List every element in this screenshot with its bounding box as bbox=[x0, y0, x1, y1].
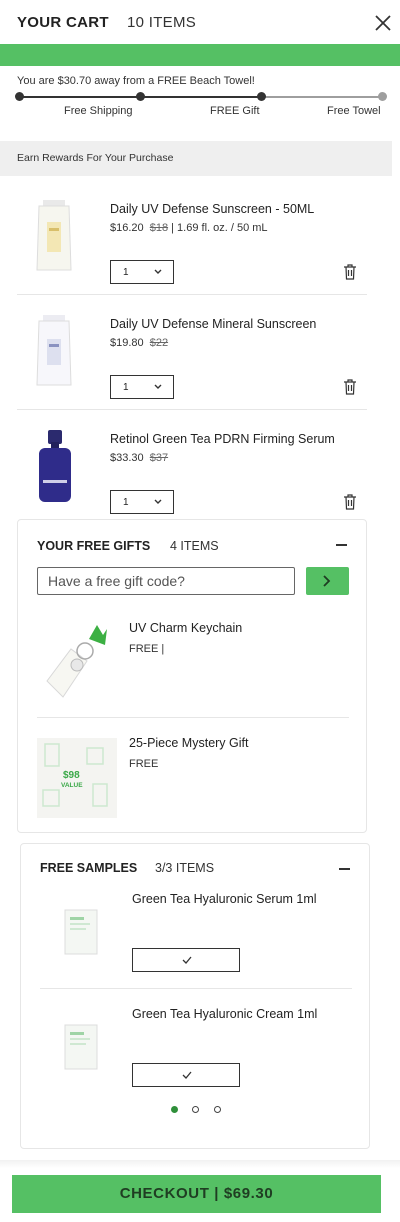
check-icon bbox=[182, 956, 192, 964]
free-samples-title: FREE SAMPLES bbox=[40, 861, 138, 875]
milestone-free-towel: Free Towel bbox=[327, 105, 381, 117]
sample-sachet-image bbox=[64, 1024, 98, 1070]
chevron-down-icon bbox=[154, 384, 162, 389]
milestone-free-gift: FREE Gift bbox=[210, 105, 260, 117]
promo-banner bbox=[0, 44, 400, 66]
serum-bottle-image bbox=[39, 430, 71, 502]
cart-item: Daily UV Defense Mineral Sunscreen $19.8… bbox=[17, 295, 367, 410]
collapse-icon[interactable] bbox=[339, 868, 350, 870]
rewards-banner[interactable]: Earn Rewards For Your Purchase bbox=[0, 141, 392, 176]
item-name[interactable]: Retinol Green Tea PDRN Firming Serum bbox=[110, 432, 335, 446]
sample-select-button[interactable] bbox=[132, 1063, 240, 1087]
item-sale-price: $19.80 bbox=[110, 337, 144, 349]
item-sale-price: $16.20 bbox=[110, 222, 144, 234]
item-name[interactable]: Daily UV Defense Mineral Sunscreen bbox=[110, 317, 316, 331]
progress-dot-gift bbox=[257, 92, 266, 101]
sample-name: Green Tea Hyaluronic Serum 1ml bbox=[132, 892, 317, 906]
progress-track bbox=[19, 96, 382, 98]
gift-item: UV Charm Keychain FREE | bbox=[37, 603, 349, 718]
trash-icon[interactable] bbox=[343, 379, 357, 395]
sample-item: Green Tea Hyaluronic Cream 1ml bbox=[40, 989, 352, 1104]
item-sale-price: $33.30 bbox=[110, 452, 144, 464]
quantity-select[interactable]: 1 bbox=[110, 375, 174, 399]
gift-code-submit-button[interactable] bbox=[306, 567, 349, 595]
cart-title: YOUR CART bbox=[17, 14, 109, 31]
free-gifts-title: YOUR FREE GIFTS bbox=[37, 539, 151, 553]
collapse-icon[interactable] bbox=[336, 544, 347, 546]
trash-icon[interactable] bbox=[343, 264, 357, 280]
item-size: | 1.69 fl. oz. / 50 mL bbox=[171, 222, 268, 234]
item-original-price: $22 bbox=[149, 337, 169, 349]
carousel-dot-3[interactable] bbox=[214, 1106, 221, 1113]
close-icon[interactable] bbox=[372, 12, 394, 34]
chevron-down-icon bbox=[154, 269, 162, 274]
free-gifts-count: 4 ITEMS bbox=[170, 539, 219, 553]
gift-code-input[interactable] bbox=[37, 567, 295, 595]
progress-message: You are $30.70 away from a FREE Beach To… bbox=[17, 75, 255, 87]
gift-price: FREE | bbox=[129, 643, 165, 655]
quantity-value: 1 bbox=[123, 267, 129, 278]
cart-item: Daily UV Defense Sunscreen - 50ML $16.20… bbox=[17, 180, 367, 295]
progress-dot-towel bbox=[378, 92, 387, 101]
rewards-label: Earn Rewards For Your Purchase bbox=[17, 152, 174, 164]
sample-item: Green Tea Hyaluronic Serum 1ml bbox=[40, 874, 352, 989]
carousel-dot-1[interactable] bbox=[171, 1106, 178, 1113]
quantity-value: 1 bbox=[123, 497, 129, 508]
item-name[interactable]: Daily UV Defense Sunscreen - 50ML bbox=[110, 202, 314, 216]
free-samples-panel: FREE SAMPLES 3/3 ITEMS Green Tea Hyaluro… bbox=[20, 843, 370, 1149]
keychain-image bbox=[46, 625, 107, 698]
quantity-select[interactable]: 1 bbox=[110, 260, 174, 284]
item-original-price: $18 bbox=[149, 222, 169, 234]
carousel-dot-2[interactable] bbox=[192, 1106, 199, 1113]
free-gifts-panel: YOUR FREE GIFTS 4 ITEMS UV Charm Keychai… bbox=[17, 519, 367, 833]
sample-select-button[interactable] bbox=[132, 948, 240, 972]
mineral-sunscreen-image bbox=[36, 315, 72, 386]
gift-name: UV Charm Keychain bbox=[129, 621, 243, 635]
chevron-down-icon bbox=[154, 499, 162, 504]
quantity-value: 1 bbox=[123, 382, 129, 393]
cart-item: Retinol Green Tea PDRN Firming Serum $33… bbox=[17, 410, 367, 525]
chevron-right-icon bbox=[323, 575, 331, 587]
gift-name: 25-Piece Mystery Gift bbox=[129, 736, 249, 750]
checkout-button[interactable]: CHECKOUT | $69.30 bbox=[12, 1175, 381, 1213]
check-icon bbox=[182, 1071, 192, 1079]
item-price: $16.20 $18 | 1.69 fl. oz. / 50 mL bbox=[110, 222, 268, 234]
cart-header: YOUR CART 10 ITEMS bbox=[0, 0, 400, 44]
item-price: $33.30 $37 bbox=[110, 452, 168, 464]
cart-item-count: 10 ITEMS bbox=[127, 14, 197, 31]
item-original-price: $37 bbox=[149, 452, 169, 464]
gift-item: $98 VALUE 25-Piece Mystery Gift FREE bbox=[37, 718, 349, 833]
gift-price: FREE bbox=[129, 758, 159, 770]
sunscreen-tube-image bbox=[36, 200, 72, 271]
sample-name: Green Tea Hyaluronic Cream 1ml bbox=[132, 1007, 318, 1021]
mystery-gift-image: $98 VALUE bbox=[37, 738, 117, 818]
gift-value-amount: $98 bbox=[63, 770, 80, 781]
gift-value-label: VALUE bbox=[61, 782, 83, 789]
footer-shadow bbox=[0, 1160, 400, 1168]
progress-dot-shipping bbox=[136, 92, 145, 101]
sample-sachet-image bbox=[64, 909, 98, 955]
item-price: $19.80 $22 bbox=[110, 337, 168, 349]
trash-icon[interactable] bbox=[343, 494, 357, 510]
milestone-free-shipping: Free Shipping bbox=[64, 105, 133, 117]
quantity-select[interactable]: 1 bbox=[110, 490, 174, 514]
free-samples-count: 3/3 ITEMS bbox=[155, 861, 215, 875]
progress-dot-start bbox=[15, 92, 24, 101]
